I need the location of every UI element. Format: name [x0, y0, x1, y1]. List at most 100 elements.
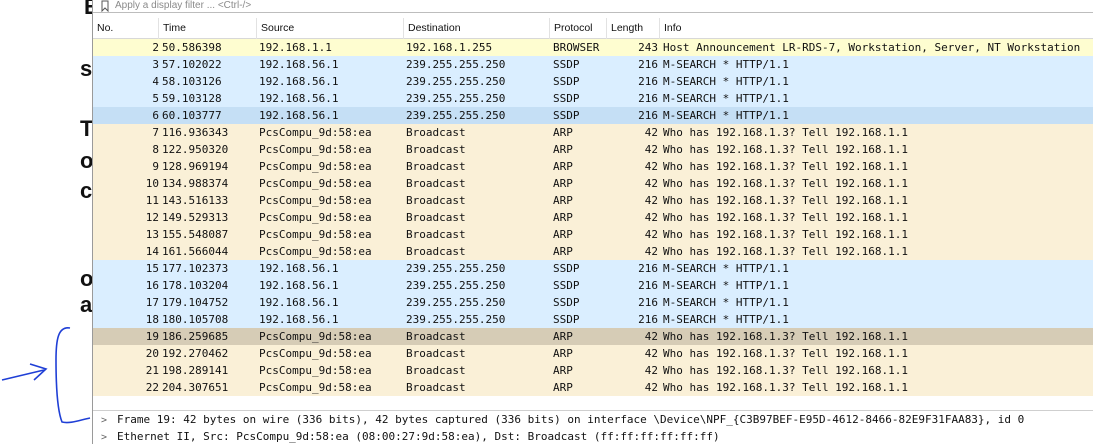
detail-row-ethernet[interactable]: > Ethernet II, Src: PcsCompu_9d:58:ea (08… [93, 428, 1093, 444]
cell-protocol: SSDP [553, 75, 580, 88]
packet-row[interactable]: 21 198.289141 PcsCompu_9d:58:ea Broadcast AR… [93, 362, 1093, 379]
cell-destination: Broadcast [406, 177, 466, 190]
cell-info: M-SEARCH * HTTP/1.1 [663, 296, 789, 309]
cell-length: 216 [638, 262, 658, 275]
packet-row[interactable]: 18 180.105708 192.168.56.1 239.255.255.250 S… [93, 311, 1093, 328]
cell-source: 192.168.1.1 [259, 41, 332, 54]
display-filter-bar[interactable]: Apply a display filter ... <Ctrl-/> [93, 0, 1093, 13]
cell-time: 180.105708 [162, 313, 229, 326]
packet-row[interactable]: 16 178.103204 192.168.56.1 239.255.255.250 S… [93, 277, 1093, 294]
column-header-info[interactable]: Info [660, 18, 1093, 39]
cell-no: 13 [145, 228, 159, 241]
packet-row[interactable]: 12 149.529313 PcsCompu_9d:58:ea Broadcast AR… [93, 209, 1093, 226]
cell-protocol: ARP [553, 194, 573, 207]
cell-destination: Broadcast [406, 194, 466, 207]
cell-length: 42 [644, 177, 658, 190]
cell-no: 18 [145, 313, 159, 326]
column-header-time[interactable]: Time [159, 18, 257, 39]
cell-protocol: ARP [553, 364, 573, 377]
cell-protocol: SSDP [553, 262, 580, 275]
cell-time: 57.102022 [162, 58, 222, 71]
cell-destination: Broadcast [406, 347, 466, 360]
packet-row[interactable]: 5 59.103128 192.168.56.1 239.255.255.250 SSD… [93, 90, 1093, 107]
cell-protocol: ARP [553, 381, 573, 394]
cell-info: Who has 192.168.1.3? Tell 192.168.1.1 [663, 228, 909, 241]
cell-source: PcsCompu_9d:58:ea [259, 245, 372, 258]
cell-time: 128.969194 [162, 160, 229, 173]
packet-row[interactable]: 6 60.103777 192.168.56.1 239.255.255.250 SSD… [93, 107, 1093, 124]
cell-no: 12 [145, 211, 159, 224]
packet-row[interactable]: 11 143.516133 PcsCompu_9d:58:ea Broadcast AR… [93, 192, 1093, 209]
packet-row[interactable]: 7 116.936343 PcsCompu_9d:58:ea Broadcast ARP… [93, 124, 1093, 141]
pen-annotation-arrow [1, 327, 91, 424]
cell-no: 3 [152, 58, 159, 71]
packet-row[interactable]: 13 155.548087 PcsCompu_9d:58:ea Broadcast AR… [93, 226, 1093, 243]
display-filter-input[interactable]: Apply a display filter ... <Ctrl-/> [115, 0, 1090, 12]
cell-time: 59.103128 [162, 92, 222, 105]
packet-details: > Frame 19: 42 bytes on wire (336 bits), … [93, 410, 1093, 444]
detail-row-frame[interactable]: > Frame 19: 42 bytes on wire (336 bits), … [93, 411, 1093, 428]
cell-source: 192.168.56.1 [259, 296, 339, 309]
packet-row[interactable]: 19 186.259685 PcsCompu_9d:58:ea Broadcast AR… [93, 328, 1093, 345]
packet-row[interactable]: 9 128.969194 PcsCompu_9d:58:ea Broadcast ARP… [93, 158, 1093, 175]
chevron-right-icon[interactable]: > [101, 412, 117, 428]
column-header-no[interactable]: No. [93, 18, 159, 39]
column-header-destination[interactable]: Destination [404, 18, 550, 39]
cell-destination: Broadcast [406, 160, 466, 173]
cell-no: 2 [152, 41, 159, 54]
packet-row[interactable]: 14 161.566044 PcsCompu_9d:58:ea Broadcast AR… [93, 243, 1093, 260]
packet-list-header: No. Time Source Destination Protocol Len… [93, 18, 1093, 39]
cell-no: 5 [152, 92, 159, 105]
packet-row[interactable]: 4 58.103126 192.168.56.1 239.255.255.250 SSD… [93, 73, 1093, 90]
cell-protocol: ARP [553, 330, 573, 343]
cell-destination: 239.255.255.250 [406, 296, 506, 309]
cell-destination: 239.255.255.250 [406, 279, 506, 292]
chevron-right-icon[interactable]: > [101, 429, 117, 444]
cell-time: 177.102373 [162, 262, 229, 275]
cell-info: Who has 192.168.1.3? Tell 192.168.1.1 [663, 381, 909, 394]
cell-info: Who has 192.168.1.3? Tell 192.168.1.1 [663, 347, 909, 360]
cell-protocol: BROWSER [553, 41, 600, 54]
cell-no: 21 [145, 364, 159, 377]
cell-time: 204.307651 [162, 381, 229, 394]
cell-protocol: SSDP [553, 313, 580, 326]
cell-source: PcsCompu_9d:58:ea [259, 143, 372, 156]
cell-destination: Broadcast [406, 228, 466, 241]
cell-length: 243 [638, 41, 658, 54]
cell-length: 216 [638, 92, 658, 105]
cell-info: M-SEARCH * HTTP/1.1 [663, 279, 789, 292]
cell-protocol: SSDP [553, 296, 580, 309]
cell-destination: 239.255.255.250 [406, 92, 506, 105]
cell-info: M-SEARCH * HTTP/1.1 [663, 75, 789, 88]
cell-destination: 192.168.1.255 [406, 41, 493, 54]
cell-info: M-SEARCH * HTTP/1.1 [663, 92, 789, 105]
cell-source: PcsCompu_9d:58:ea [259, 177, 372, 190]
cell-time: 60.103777 [162, 109, 222, 122]
cell-length: 42 [644, 143, 658, 156]
packet-row[interactable]: 10 134.988374 PcsCompu_9d:58:ea Broadcast AR… [93, 175, 1093, 192]
cell-destination: Broadcast [406, 245, 466, 258]
packet-row[interactable]: 2 50.586398 192.168.1.1 192.168.1.255 BROWSE… [93, 39, 1093, 56]
packet-row[interactable]: 20 192.270462 PcsCompu_9d:58:ea Broadcast AR… [93, 345, 1093, 362]
cell-length: 216 [638, 109, 658, 122]
cell-time: 50.586398 [162, 41, 222, 54]
cell-no: 8 [152, 143, 159, 156]
packet-row[interactable]: 15 177.102373 192.168.56.1 239.255.255.250 S… [93, 260, 1093, 277]
cell-time: 122.950320 [162, 143, 229, 156]
packet-row[interactable]: 22 204.307651 PcsCompu_9d:58:ea Broadcast AR… [93, 379, 1093, 396]
cell-length: 42 [644, 347, 658, 360]
column-header-length[interactable]: Length [607, 18, 660, 39]
bookmark-icon[interactable] [99, 0, 111, 13]
cell-protocol: SSDP [553, 92, 580, 105]
packet-row[interactable]: 17 179.104752 192.168.56.1 239.255.255.250 S… [93, 294, 1093, 311]
column-header-source[interactable]: Source [257, 18, 404, 39]
packet-row[interactable]: 8 122.950320 PcsCompu_9d:58:ea Broadcast ARP… [93, 141, 1093, 158]
cell-destination: 239.255.255.250 [406, 109, 506, 122]
cell-protocol: ARP [553, 177, 573, 190]
packet-rows: 2 50.586398 192.168.1.1 192.168.1.255 BROWSE… [93, 39, 1093, 396]
cell-no: 4 [152, 75, 159, 88]
cell-protocol: ARP [553, 211, 573, 224]
packet-row[interactable]: 3 57.102022 192.168.56.1 239.255.255.250 SSD… [93, 56, 1093, 73]
column-header-protocol[interactable]: Protocol [550, 18, 607, 39]
cell-destination: Broadcast [406, 330, 466, 343]
